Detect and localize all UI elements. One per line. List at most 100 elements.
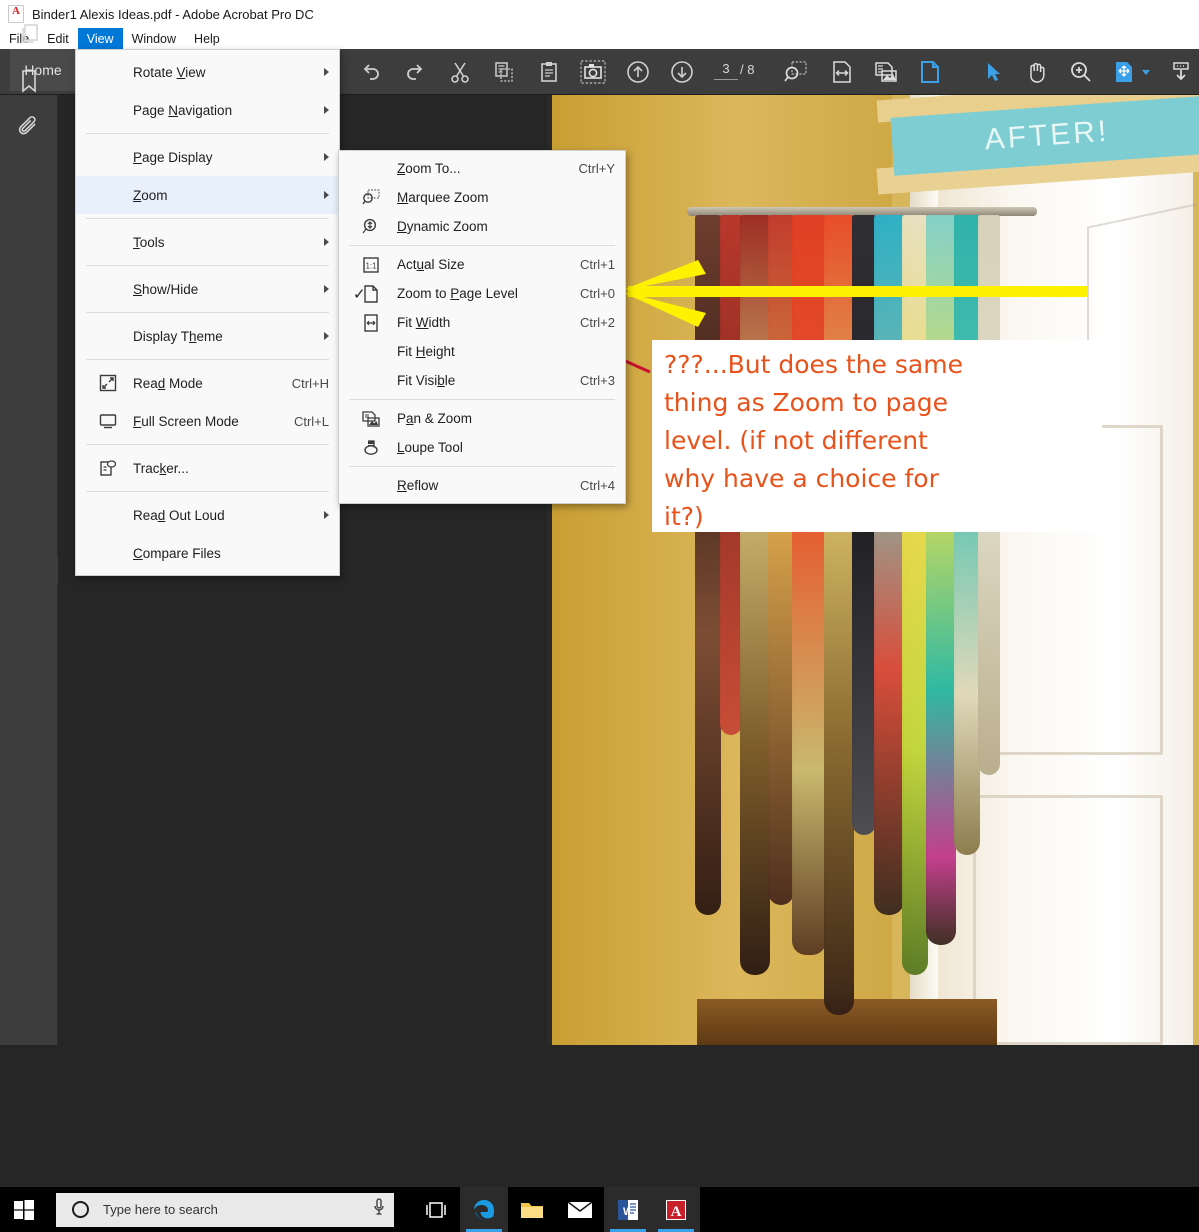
attachments-icon[interactable] <box>13 111 45 143</box>
dynamic-zoom-icon <box>361 217 381 237</box>
menubar-item-window[interactable]: Window <box>123 28 185 49</box>
menu-item-label: Dynamic Zoom <box>397 219 488 234</box>
submenu-item-reflow[interactable]: Reflow Ctrl+4 <box>339 471 625 500</box>
view-dropdown-menu[interactable]: Rotate View Page Navigation Page Display… <box>75 49 340 576</box>
menu-item-shortcut: Ctrl+Y <box>578 161 615 176</box>
windows-start-icon[interactable] <box>0 1187 48 1232</box>
submenu-arrow-icon <box>324 153 329 161</box>
page-total-label: / 8 <box>740 62 755 77</box>
menu-item-label: Compare Files <box>133 545 221 561</box>
menu-separator <box>86 218 329 219</box>
page-level-icon <box>361 284 381 304</box>
marquee-zoom-icon <box>361 188 381 208</box>
menu-item-label: Read Mode <box>133 375 203 391</box>
hand-tool-icon[interactable] <box>1021 56 1053 88</box>
note-line-1: ???...But does the same <box>664 350 963 379</box>
menu-separator <box>86 444 329 445</box>
submenu-item-fit-width[interactable]: Fit Width Ctrl+2 <box>339 308 625 337</box>
menu-item-label: Tracker... <box>133 460 189 476</box>
microphone-icon[interactable] <box>372 1198 386 1221</box>
submenu-item-fit-height[interactable]: Fit Height <box>339 337 625 366</box>
previous-page-up-icon[interactable] <box>622 56 654 88</box>
submenu-item-loupe-tool[interactable]: Loupe Tool <box>339 433 625 462</box>
menu-item-display-theme[interactable]: Display Theme <box>76 317 339 355</box>
submenu-arrow-icon <box>324 511 329 519</box>
next-page-down-icon[interactable] <box>666 56 698 88</box>
organize-pages-chevron-icon[interactable] <box>1130 56 1162 88</box>
menu-item-label: Pan & Zoom <box>397 411 473 426</box>
menu-item-tools[interactable]: Tools <box>76 223 339 261</box>
microsoft-word-icon[interactable]: W <box>604 1187 652 1232</box>
submenu-item-zoom-to[interactable]: Zoom To... Ctrl+Y <box>339 154 625 183</box>
undo-icon[interactable] <box>355 56 387 88</box>
menu-item-label: Fit Height <box>397 344 455 359</box>
submenu-item-marquee-zoom[interactable]: Marquee Zoom <box>339 183 625 212</box>
menu-item-label: Fit Visible <box>397 373 456 388</box>
left-navigation-rail <box>0 95 58 1045</box>
submenu-item-pan-and-zoom[interactable]: Pan & Zoom <box>339 404 625 433</box>
pan-and-zoom-icon[interactable] <box>870 56 902 88</box>
zoom-in-icon[interactable] <box>1065 56 1097 88</box>
full-screen-icon <box>98 411 118 431</box>
loupe-tool-icon <box>361 438 381 458</box>
menu-item-label: Marquee Zoom <box>397 190 489 205</box>
page-thumbnails-icon[interactable] <box>13 18 45 50</box>
select-cursor-icon[interactable] <box>978 56 1010 88</box>
adobe-acrobat-icon[interactable]: A <box>652 1187 700 1232</box>
microsoft-edge-icon[interactable] <box>460 1187 508 1232</box>
note-line-2: thing as Zoom to page <box>664 388 949 417</box>
menu-item-label: Page Display <box>133 149 213 165</box>
menu-item-label: Actual Size <box>397 257 465 272</box>
search-placeholder: Type here to search <box>103 1202 218 1217</box>
search-input[interactable]: Type here to search <box>56 1192 394 1227</box>
menu-item-rotate-view[interactable]: Rotate View <box>76 53 339 91</box>
menu-bar: File Edit View Window Help <box>0 28 1199 49</box>
fit-width-icon <box>361 313 381 333</box>
menu-separator <box>86 491 329 492</box>
menu-item-zoom[interactable]: Zoom <box>76 176 339 214</box>
menu-separator <box>86 312 329 313</box>
menu-item-shortcut: Ctrl+4 <box>579 478 615 493</box>
menu-item-label: Read Out Loud <box>133 507 225 523</box>
fit-width-icon[interactable] <box>826 56 858 88</box>
zoom-page-level-icon[interactable] <box>914 56 946 88</box>
actual-size-icon: 1:1 <box>361 255 381 275</box>
menu-item-read-out-loud[interactable]: Read Out Loud <box>76 496 339 534</box>
page-number-input[interactable]: 3 <box>714 60 738 80</box>
menubar-item-view[interactable]: View <box>77 28 123 49</box>
submenu-item-fit-visible[interactable]: Fit Visible Ctrl+3 <box>339 366 625 395</box>
menu-item-show-hide[interactable]: Show/Hide <box>76 270 339 308</box>
menu-item-compare-files[interactable]: Compare Files <box>76 534 339 572</box>
copy-icon[interactable] <box>488 56 520 88</box>
menu-separator <box>349 466 615 467</box>
wire-shelf <box>1087 203 1197 407</box>
submenu-item-actual-size[interactable]: 1:1 Actual Size Ctrl+1 <box>339 250 625 279</box>
submenu-item-dynamic-zoom[interactable]: Dynamic Zoom <box>339 212 625 241</box>
cut-icon[interactable] <box>444 56 476 88</box>
download-icon[interactable] <box>1165 56 1197 88</box>
mail-icon[interactable] <box>556 1187 604 1232</box>
svg-text:W: W <box>623 1206 634 1218</box>
file-explorer-icon[interactable] <box>508 1187 556 1232</box>
windows-taskbar: Type here to search W A <box>0 1187 1199 1232</box>
menu-item-shortcut: Ctrl+3 <box>579 373 615 388</box>
bookmarks-icon[interactable] <box>13 65 45 97</box>
after-banner-label: AFTER! <box>983 114 1111 157</box>
zoom-submenu[interactable]: Zoom To... Ctrl+Y Marquee Zoom Dynamic Z… <box>338 150 626 504</box>
menu-item-full-screen-mode[interactable]: Full Screen Mode Ctrl+L <box>76 402 339 440</box>
menu-item-page-display[interactable]: Page Display <box>76 138 339 176</box>
menu-item-label: Fit Width <box>397 315 451 330</box>
menu-item-label: Zoom <box>133 187 168 203</box>
menu-item-label: Loupe Tool <box>397 440 463 455</box>
redo-icon[interactable] <box>399 56 431 88</box>
menu-item-page-navigation[interactable]: Page Navigation <box>76 91 339 129</box>
submenu-item-zoom-to-page-level[interactable]: ✓ Zoom to Page Level Ctrl+0 <box>339 279 625 308</box>
marquee-zoom-icon[interactable] <box>780 56 812 88</box>
paste-icon[interactable] <box>533 56 565 88</box>
task-view-icon[interactable] <box>412 1187 460 1232</box>
menu-item-tracker[interactable]: Tracker... <box>76 449 339 487</box>
menubar-item-help[interactable]: Help <box>185 28 229 49</box>
menu-item-read-mode[interactable]: Read Mode Ctrl+H <box>76 364 339 402</box>
snapshot-camera-icon[interactable] <box>577 56 609 88</box>
window-title: Binder1 Alexis Ideas.pdf - Adobe Acrobat… <box>32 6 314 22</box>
